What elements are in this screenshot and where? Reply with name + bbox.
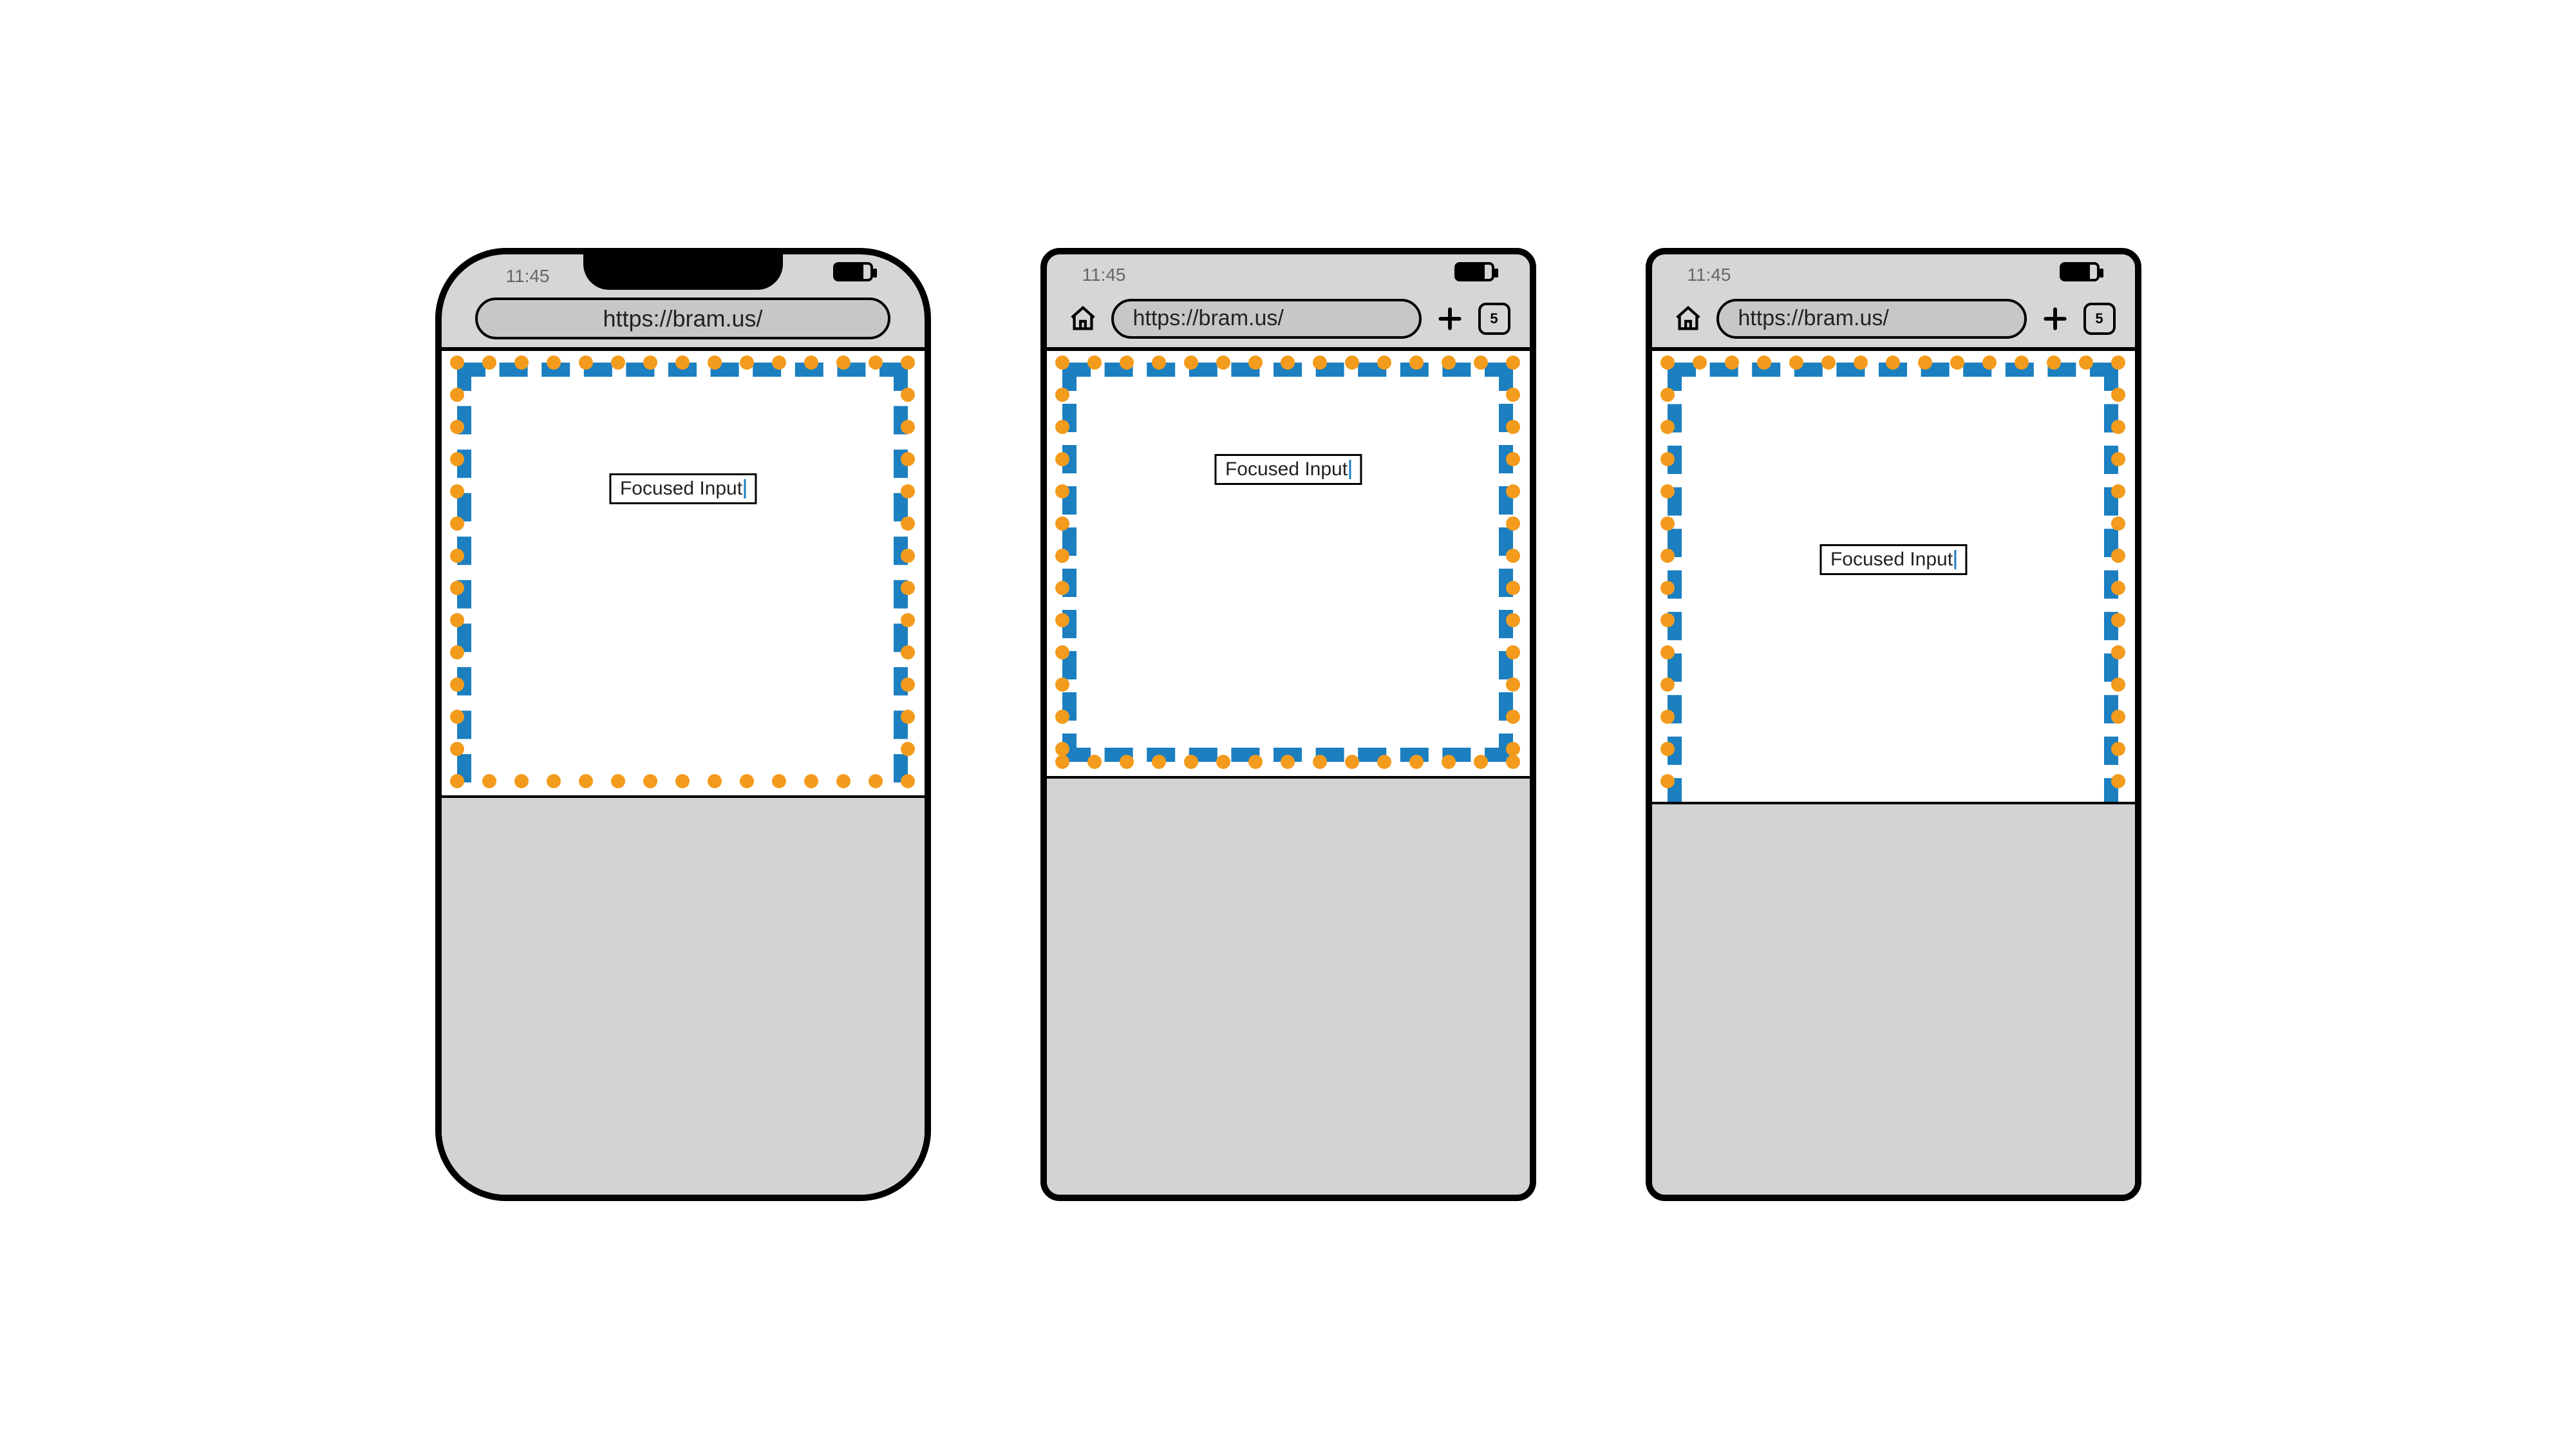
address-bar[interactable]: https://bram.us/ [475, 298, 890, 339]
address-bar[interactable]: https://bram.us/ [1111, 299, 1422, 339]
browser-chrome: https://bram.us/ 5 [1047, 290, 1530, 351]
virtual-keyboard [1047, 776, 1530, 1195]
battery-icon [833, 262, 873, 281]
virtual-keyboard [442, 795, 925, 1195]
url-text: https://bram.us/ [603, 305, 762, 332]
tab-count[interactable]: 5 [1478, 303, 1510, 335]
android-mockup-resize: 11:45 https://bram.us/ 5 [1040, 248, 1536, 1201]
new-tab-icon[interactable] [1433, 302, 1467, 336]
browser-chrome: https://bram.us/ [442, 290, 925, 351]
text-cursor [1954, 550, 1956, 569]
status-time: 11:45 [1688, 265, 1731, 285]
status-time: 11:45 [1082, 265, 1126, 285]
browser-chrome: https://bram.us/ 5 [1652, 290, 2135, 351]
page-area: Focused Input [442, 351, 925, 1195]
iphone-mockup: 11:45 https://bram.us/ Focused Input [435, 248, 931, 1201]
visual-viewport [1047, 351, 1530, 776]
tab-count-value: 5 [1490, 310, 1498, 327]
url-text: https://bram.us/ [1133, 306, 1284, 331]
tab-count[interactable]: 5 [2083, 303, 2116, 335]
status-bar: 11:45 [1652, 254, 2135, 290]
address-bar[interactable]: https://bram.us/ [1716, 299, 2027, 339]
page-area: Focused Input [1652, 351, 2135, 1195]
battery-icon [1454, 262, 1494, 281]
home-icon[interactable] [1066, 302, 1100, 336]
input-label: Focused Input [1830, 549, 1953, 571]
status-bar: 11:45 [1047, 254, 1530, 290]
input-label: Focused Input [620, 478, 742, 500]
home-icon[interactable] [1671, 302, 1705, 336]
battery-icon [2060, 262, 2100, 281]
iphone-notch [583, 254, 783, 290]
focused-input-field[interactable]: Focused Input [609, 473, 757, 504]
tab-count-value: 5 [2095, 310, 2103, 327]
text-cursor [1349, 460, 1351, 479]
visual-viewport [442, 351, 925, 795]
text-cursor [744, 479, 746, 498]
new-tab-icon[interactable] [2038, 302, 2072, 336]
page-area: Focused Input [1047, 351, 1530, 1195]
status-time: 11:45 [506, 266, 550, 287]
url-text: https://bram.us/ [1738, 306, 1889, 331]
focused-input-field[interactable]: Focused Input [1214, 454, 1362, 485]
focused-input-field[interactable]: Focused Input [1819, 544, 1967, 575]
virtual-keyboard [1652, 802, 2135, 1195]
input-label: Focused Input [1225, 459, 1348, 480]
android-mockup-overlay: 11:45 https://bram.us/ 5 [1646, 248, 2141, 1201]
